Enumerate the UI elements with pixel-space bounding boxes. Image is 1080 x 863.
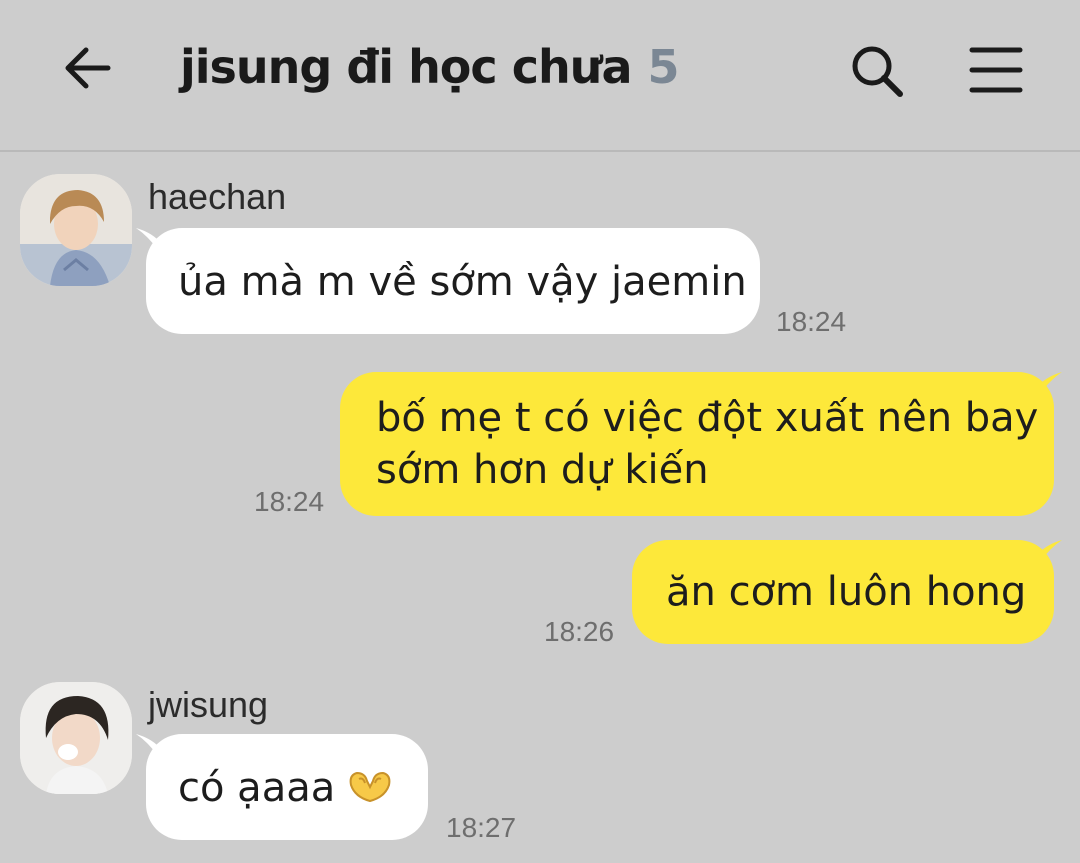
chat-title: jisung đi học chưa (180, 40, 633, 94)
message-bubble[interactable]: ăn cơm luôn hong (632, 540, 1054, 644)
hamburger-menu-icon[interactable] (966, 40, 1026, 100)
avatar-jwisung[interactable] (20, 682, 132, 794)
message-text-line: bố mẹ t có việc đột xuất nên bay (376, 395, 1039, 441)
bubble-tail (1040, 540, 1062, 562)
message-text-line: sớm hơn dự kiến (376, 447, 709, 493)
message-bubble[interactable]: bố mẹ t có việc đột xuất nên bay sớm hơn… (340, 372, 1054, 516)
member-count: 5 (647, 40, 680, 94)
message-time: 18:24 (776, 306, 847, 337)
message-bubble[interactable]: có ạaaa (146, 734, 428, 840)
bubble-tail (1040, 372, 1062, 394)
message-text: ăn cơm luôn hong (666, 569, 1027, 615)
avatar-haechan[interactable] (20, 174, 132, 286)
sender-name: haechan (148, 176, 287, 217)
avatar-photo-icon (20, 682, 132, 794)
message-text: ủa mà m về sớm vậy jaemin (178, 259, 747, 305)
heart-hands-icon (349, 771, 391, 803)
avatar-photo-icon (20, 174, 132, 286)
message-time: 18:24 (254, 486, 325, 517)
message-text: có ạaaa (178, 765, 336, 811)
message-bubble[interactable]: ủa mà m về sớm vậy jaemin (146, 228, 760, 334)
message-time: 18:27 (446, 812, 517, 843)
sender-name: jwisung (148, 684, 269, 725)
arrow-left-icon[interactable] (58, 38, 118, 98)
search-icon[interactable] (846, 40, 906, 100)
chat-title-group: jisung đi học chưa 5 (180, 40, 680, 104)
message-time: 18:26 (544, 616, 615, 647)
chat-header: jisung đi học chưa 5 (0, 0, 1080, 152)
